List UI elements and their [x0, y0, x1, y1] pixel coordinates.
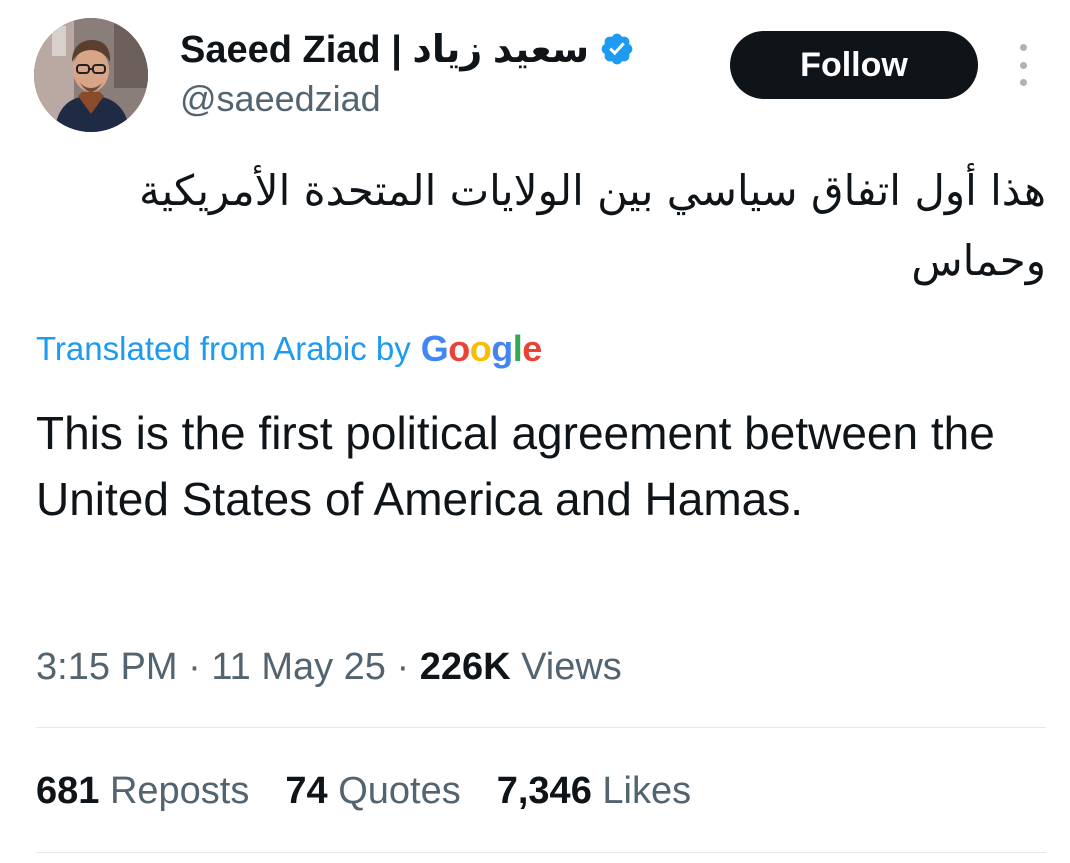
quotes-label: Quotes	[327, 770, 461, 812]
google-logo-letter: G	[420, 328, 449, 369]
reposts-stat[interactable]: 681 Reposts	[36, 770, 249, 813]
meta-separator: ·	[177, 646, 212, 688]
author-name-row: Saeed Ziad | سعيد زياد	[180, 26, 635, 72]
reposts-label: Reposts	[99, 770, 250, 812]
likes-count: 7,346	[496, 770, 592, 812]
google-logo-letter: o	[448, 328, 470, 369]
google-logo-letter: e	[522, 328, 542, 369]
more-dot	[1019, 79, 1027, 86]
author-handle[interactable]: @saeedziad	[180, 78, 381, 120]
divider	[36, 852, 1046, 853]
tweet-date[interactable]: 11 May 25	[211, 646, 386, 688]
views-count: 226K	[419, 646, 511, 688]
reposts-count: 681	[36, 770, 100, 812]
translation-label: Translated from Arabic by	[36, 330, 411, 367]
verified-badge-icon	[599, 31, 635, 67]
tweet-time[interactable]: 3:15 PM	[36, 646, 178, 688]
tweet-original-text: هذا أول اتفاق سياسي بين الولايات المتحدة…	[138, 166, 1046, 285]
tweet-meta: 3:15 PM · 11 May 25 · 226K Views	[36, 646, 622, 689]
meta-separator: ·	[385, 646, 420, 688]
google-logo-letter: g	[491, 328, 513, 369]
divider	[36, 727, 1046, 728]
tweet-translated-text: This is the first political agreement be…	[36, 407, 995, 525]
more-vertical-icon[interactable]	[1008, 44, 1038, 86]
tweet-card: Saeed Ziad | سعيد زياد @saeedziad Follow…	[0, 0, 1070, 863]
tweet-stats: 681 Reposts 74 Quotes 7,346 Likes	[36, 770, 691, 813]
likes-stat[interactable]: 7,346 Likes	[497, 770, 691, 813]
avatar-image	[34, 18, 148, 132]
likes-label: Likes	[591, 770, 692, 812]
more-dot	[1019, 61, 1027, 69]
google-logo: Google	[420, 328, 543, 370]
google-logo-letter: l	[512, 328, 523, 369]
quotes-count: 74	[285, 770, 328, 812]
google-logo-letter: o	[469, 328, 492, 369]
views-label: Views	[510, 646, 622, 688]
translation-note[interactable]: Translated from Arabic by Google	[36, 326, 542, 372]
avatar[interactable]	[34, 18, 148, 132]
follow-button[interactable]: Follow	[730, 31, 978, 99]
quotes-stat[interactable]: 74 Quotes	[285, 770, 460, 813]
author-display-name[interactable]: Saeed Ziad | سعيد زياد	[180, 27, 589, 72]
more-dot	[1019, 44, 1027, 51]
